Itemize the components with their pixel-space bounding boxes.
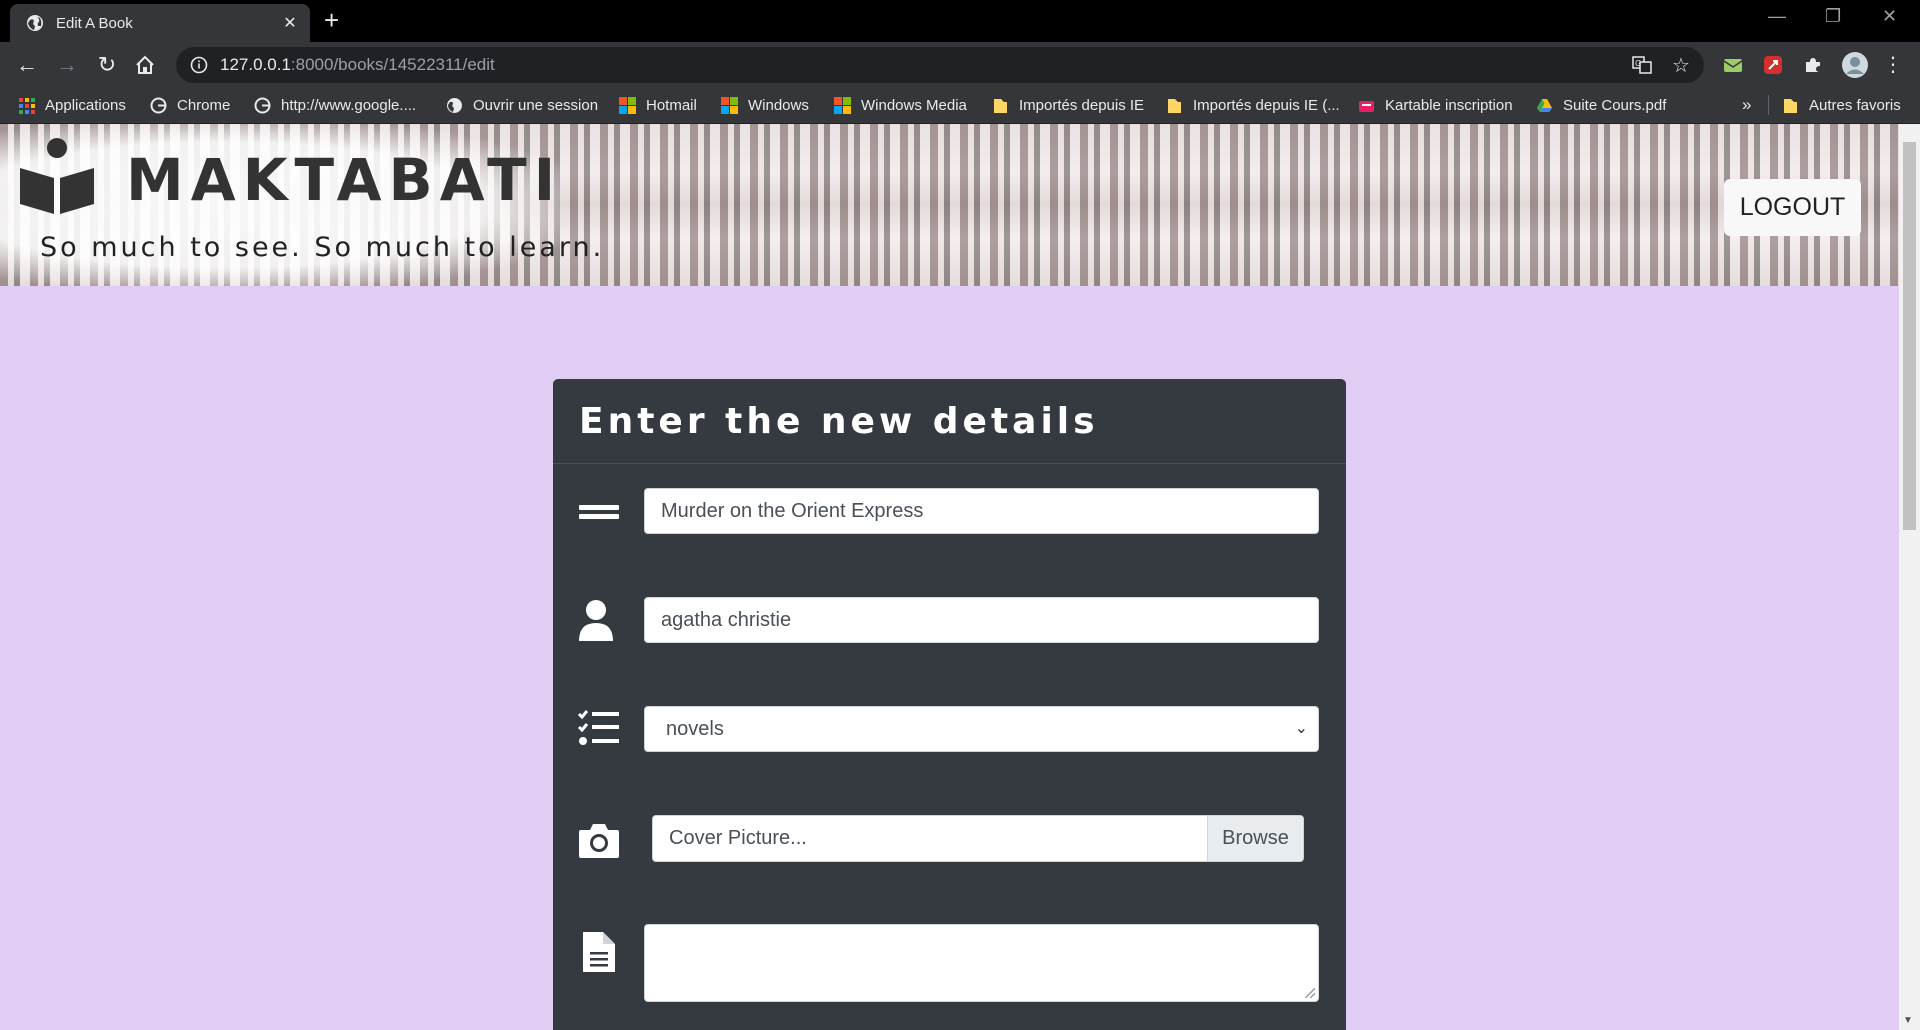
tab-strip: Edit A Book ✕ + — ❐ ✕ (0, 0, 1920, 42)
bookmark-ouvrir-session[interactable]: Ouvrir une session (446, 87, 598, 123)
chevron-down-icon: ⌄ (1294, 720, 1308, 737)
bookmark-kartable[interactable]: Kartable inscription (1358, 87, 1513, 123)
address-bar[interactable]: 127.0.0.1:8000/books/14522311/edit G ☆ (176, 47, 1704, 83)
tagline: So much to see. So much to learn. (40, 232, 605, 263)
reload-icon[interactable]: ↻ (94, 52, 120, 78)
windows-icon (834, 96, 851, 114)
globe-icon (27, 15, 43, 31)
category-select[interactable]: novels ⌄ (644, 706, 1319, 752)
bookmark-label: Chrome (177, 96, 231, 114)
profile-avatar-icon[interactable] (1841, 51, 1869, 79)
back-icon[interactable]: ← (14, 52, 40, 78)
bookmark-label: Importés depuis IE (1019, 96, 1145, 114)
more-bookmarks-button[interactable]: » (1742, 87, 1751, 123)
url-path: :8000/books/14522311/edit (290, 55, 495, 74)
folder-icon (1168, 98, 1181, 113)
cover-file-input[interactable]: Cover Picture... Browse (652, 815, 1304, 862)
restore-icon[interactable]: ❐ (1825, 6, 1841, 27)
browser-toolbar: ← → ↻ 127.0.0.1:8000/books/14522311/edit… (0, 42, 1920, 87)
bookmark-windows-media[interactable]: Windows Media (834, 87, 967, 123)
bookmark-label: Windows (748, 96, 809, 114)
bookmark-chrome[interactable]: Chrome (150, 87, 230, 123)
new-tab-button[interactable]: + (324, 7, 339, 33)
document-icon (583, 932, 615, 972)
bookmark-label: http://www.google.... (281, 96, 417, 114)
bookmark-label: Hotmail (646, 96, 697, 114)
edit-book-card: Enter the new details Murder on the Orie… (553, 379, 1346, 1030)
bookmark-autres-favoris[interactable]: Autres favoris (1782, 87, 1901, 123)
brand-name: MAKTABATI (126, 146, 563, 214)
home-icon[interactable] (134, 54, 156, 76)
windows-icon (721, 96, 738, 114)
bookmark-label: Importés depuis IE (... (1193, 96, 1340, 114)
svg-text:G: G (1635, 59, 1641, 68)
windows-icon (619, 96, 636, 114)
bookmark-google[interactable]: http://www.google.... (254, 87, 416, 123)
google-icon (254, 97, 271, 113)
menu-kebab-icon[interactable]: ⋮ (1880, 52, 1906, 78)
bookmark-label: Suite Cours.pdf (1563, 96, 1667, 114)
kartable-icon (1359, 100, 1374, 112)
close-window-icon[interactable]: ✕ (1882, 6, 1897, 27)
folder-icon (1784, 98, 1797, 113)
logout-button[interactable]: LOGOUT (1724, 179, 1861, 236)
reader-book-icon (20, 138, 94, 214)
drive-icon (1537, 98, 1552, 112)
apps-grid-icon (19, 97, 35, 114)
extension-red-icon[interactable] (1762, 54, 1784, 76)
bookmark-folder-ie[interactable]: Importés depuis IE (992, 87, 1144, 123)
bookmark-label: Windows Media (861, 96, 967, 114)
bookmark-hotmail[interactable]: Hotmail (619, 87, 697, 123)
book-title-input[interactable]: Murder on the Orient Express (644, 488, 1319, 534)
url-host: 127.0.0.1 (220, 55, 291, 74)
google-icon (150, 97, 167, 113)
bookmark-label: Applications (45, 96, 126, 114)
page-scrollbar[interactable]: ▼ (1899, 124, 1920, 1030)
translate-icon[interactable]: G (1632, 55, 1652, 75)
bookmark-label: Ouvrir une session (473, 96, 599, 114)
heading-bars-icon (579, 505, 619, 519)
category-selected-value: novels (666, 718, 724, 740)
bookmarks-divider (1768, 95, 1769, 115)
bookmark-label: Kartable inscription (1385, 96, 1513, 114)
bookmark-windows[interactable]: Windows (721, 87, 809, 123)
author-input[interactable]: agatha christie (644, 597, 1319, 643)
bookmark-applications[interactable]: Applications (18, 87, 126, 123)
bookmarks-bar: Applications Chrome http://www.google...… (0, 87, 1920, 124)
tab-title: Edit A Book (56, 14, 133, 32)
bookmark-star-icon[interactable]: ☆ (1672, 47, 1690, 83)
forward-icon[interactable]: → (54, 52, 80, 78)
close-tab-icon[interactable]: ✕ (276, 13, 304, 33)
description-textarea[interactable] (644, 924, 1319, 1002)
browser-tab[interactable]: Edit A Book ✕ (10, 4, 310, 42)
info-icon[interactable] (190, 56, 208, 74)
bookmark-label: Autres favoris (1809, 96, 1901, 114)
form-title: Enter the new details (553, 379, 1346, 464)
bookmark-suite-cours[interactable]: Suite Cours.pdf (1536, 87, 1666, 123)
camera-icon (579, 824, 619, 858)
resize-handle-icon[interactable] (1305, 988, 1315, 998)
bookmark-folder-ie-2[interactable]: Importés depuis IE (... (1166, 87, 1340, 123)
user-icon (579, 600, 613, 641)
page-viewport: MAKTABATI So much to see. So much to lea… (0, 124, 1899, 1030)
scrollbar-thumb[interactable] (1903, 142, 1916, 530)
header-banner: MAKTABATI So much to see. So much to lea… (0, 124, 1899, 286)
scroll-down-icon[interactable]: ▼ (1903, 1015, 1913, 1026)
minimize-icon[interactable]: — (1768, 6, 1786, 27)
extensions-puzzle-icon[interactable] (1802, 54, 1824, 76)
site-logo[interactable]: MAKTABATI (18, 138, 562, 214)
globe-icon (447, 97, 462, 113)
browse-button[interactable]: Browse (1207, 816, 1303, 861)
extension-mail-icon[interactable] (1722, 54, 1744, 76)
cover-file-placeholder: Cover Picture... (669, 827, 807, 849)
list-check-icon (577, 710, 619, 745)
folder-icon (994, 98, 1007, 113)
